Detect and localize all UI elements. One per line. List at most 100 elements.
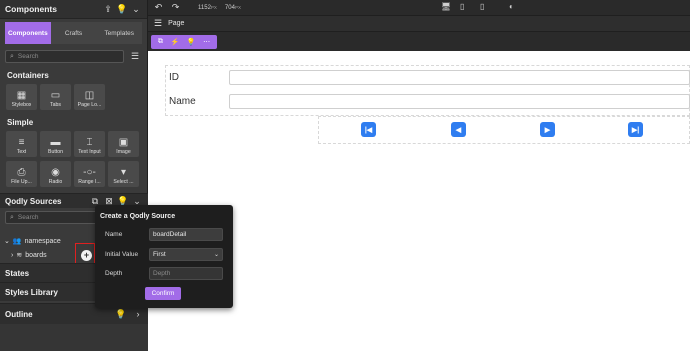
popup-name-input[interactable]: boardDetail bbox=[149, 228, 223, 241]
next-icon: ▶ bbox=[544, 126, 551, 134]
popup-initial-value-label: Initial Value bbox=[105, 251, 139, 258]
qodly-search-placeholder: Search bbox=[17, 214, 39, 221]
stylebox-icon: ▦ bbox=[16, 90, 27, 101]
range-input-icon: -○- bbox=[83, 167, 96, 178]
component-label: Select ... bbox=[113, 179, 134, 185]
mobile-icon[interactable]: ▯ bbox=[480, 2, 484, 11]
dark-mode-icon[interactable]: ◐ bbox=[509, 2, 514, 11]
qodly-search-box: ⌕ Search bbox=[5, 211, 97, 224]
button-icon: ▬ bbox=[50, 137, 61, 148]
id-input[interactable] bbox=[229, 70, 690, 85]
tab-templates[interactable]: Templates bbox=[96, 22, 143, 44]
page-layout-icon: ◫ bbox=[84, 90, 95, 101]
more-icon[interactable]: ⋯ bbox=[203, 38, 210, 46]
component-text[interactable]: ≡ Text bbox=[6, 131, 37, 157]
image-icon: ▣ bbox=[118, 137, 129, 148]
tab-components[interactable]: Components bbox=[5, 22, 51, 44]
component-select[interactable]: ▾ Select ... bbox=[108, 161, 139, 187]
qodly-sources-title: Qodly Sources bbox=[5, 196, 62, 206]
components-search-input[interactable]: ⌕ Search bbox=[5, 50, 124, 63]
component-file-upload[interactable]: ⎙ File Up... bbox=[6, 161, 37, 187]
height-readout: 704PX bbox=[225, 5, 241, 11]
component-text-input[interactable]: ⌶ Text Input bbox=[74, 131, 105, 157]
popup-initial-value-select[interactable]: First ⌄ bbox=[149, 248, 223, 261]
stack-icon: ≋ bbox=[16, 252, 23, 259]
previous-page-button[interactable]: ◀ bbox=[451, 122, 466, 137]
first-page-button[interactable]: |◀ bbox=[361, 122, 376, 137]
chevron-down-icon: ⌄ bbox=[4, 238, 10, 245]
undo-icon[interactable]: ↶ bbox=[152, 2, 165, 13]
page-label[interactable]: Page bbox=[168, 20, 184, 27]
popup-depth-label: Depth bbox=[105, 270, 123, 277]
simple-title: Simple bbox=[7, 118, 34, 127]
file-upload-icon: ⎙ bbox=[17, 167, 26, 178]
components-search-placeholder: Search bbox=[17, 53, 39, 60]
name-input[interactable] bbox=[229, 94, 690, 109]
component-range-input[interactable]: -○- Range I... bbox=[74, 161, 105, 187]
component-tabs[interactable]: ▭ Tabs bbox=[40, 84, 71, 110]
width-unit: PX bbox=[210, 4, 217, 10]
chevron-right-icon[interactable]: › bbox=[131, 307, 145, 321]
app-root: Components ⇪ 💡 ⌄ Components Crafts Templ… bbox=[0, 0, 690, 351]
width-value: 1152 bbox=[198, 4, 211, 11]
tree-item-boards[interactable]: › ≋ boards bbox=[11, 251, 47, 260]
component-label: Button bbox=[48, 149, 63, 155]
users-icon: 👥 bbox=[12, 238, 22, 245]
component-label: Stylebox bbox=[11, 102, 32, 108]
confirm-button[interactable]: Confirm bbox=[145, 287, 181, 300]
desktop-icon[interactable]: 🖥 bbox=[441, 2, 451, 11]
popup-initial-value-selected: First bbox=[153, 251, 166, 258]
radio-icon: ◉ bbox=[51, 167, 60, 178]
component-button[interactable]: ▬ Button bbox=[40, 131, 71, 157]
components-search-row: ⌕ Search ☰ bbox=[5, 50, 142, 63]
component-label: Text bbox=[16, 149, 27, 155]
tablet-icon[interactable]: ▯ bbox=[460, 2, 464, 11]
popup-title: Create a Qodly Source bbox=[100, 213, 176, 220]
component-label: Page Lo... bbox=[77, 102, 102, 108]
menu-icon[interactable]: ☰ bbox=[154, 18, 162, 29]
chevron-down-icon: ⌄ bbox=[213, 252, 219, 258]
left-panel-empty bbox=[0, 324, 148, 351]
add-source-button[interactable]: + bbox=[81, 250, 92, 261]
components-header: Components ⇪ 💡 ⌄ bbox=[0, 0, 147, 19]
name-label: Name bbox=[169, 96, 196, 107]
qodly-sources-search-input[interactable]: ⌕ Search bbox=[5, 211, 97, 224]
last-page-button[interactable]: ▶| bbox=[628, 122, 643, 137]
component-image[interactable]: ▣ Image bbox=[108, 131, 139, 157]
popup-depth-input[interactable]: Depth bbox=[149, 267, 223, 280]
popup-name-value: boardDetail bbox=[153, 231, 187, 238]
previous-icon: ◀ bbox=[455, 126, 462, 134]
search-icon: ⌕ bbox=[10, 52, 14, 60]
simple-grid-row2: ⎙ File Up... ◉ Radio -○- Range I... ▾ Se… bbox=[6, 161, 147, 187]
component-label: Tabs bbox=[50, 102, 61, 108]
component-label: Radio bbox=[48, 179, 63, 185]
height-value: 704 bbox=[224, 4, 235, 11]
component-stylebox[interactable]: ▦ Stylebox bbox=[6, 84, 37, 110]
height-unit: PX bbox=[234, 4, 241, 10]
skip-last-icon: ▶| bbox=[631, 126, 640, 134]
width-readout: 1152PX bbox=[198, 5, 217, 11]
component-radio[interactable]: ◉ Radio bbox=[40, 161, 71, 187]
id-label: ID bbox=[169, 72, 179, 83]
tab-crafts[interactable]: Crafts bbox=[50, 22, 97, 44]
css-icon[interactable]: ⧉ bbox=[158, 38, 163, 46]
upload-icon[interactable]: ⇪ bbox=[101, 2, 115, 16]
lightbulb-icon[interactable]: 💡 bbox=[114, 307, 128, 321]
component-label: Range I... bbox=[78, 179, 101, 185]
lightning-icon[interactable]: ⚡ bbox=[170, 38, 179, 46]
lightbulb-icon[interactable]: 💡 bbox=[115, 2, 129, 16]
lightbulb-icon[interactable]: 💡 bbox=[187, 38, 196, 46]
breadcrumb: ☰ Page bbox=[148, 16, 690, 32]
chevron-down-icon[interactable]: ⌄ bbox=[129, 2, 143, 16]
component-page-layout[interactable]: ◫ Page Lo... bbox=[74, 84, 105, 110]
next-page-button[interactable]: ▶ bbox=[540, 122, 555, 137]
list-view-icon[interactable]: ☰ bbox=[128, 50, 142, 64]
page-tool-bar: ⧉ ⚡ 💡 ⋯ bbox=[151, 35, 217, 49]
redo-icon[interactable]: ↷ bbox=[169, 2, 182, 13]
search-icon: ⌕ bbox=[10, 213, 14, 221]
component-label: File Up... bbox=[11, 179, 32, 185]
create-source-popup: Create a Qodly Source Name boardDetail I… bbox=[95, 205, 233, 308]
tabs-icon: ▭ bbox=[50, 90, 61, 101]
simple-grid-row1: ≡ Text ▬ Button ⌶ Text Input ▣ Image bbox=[6, 131, 147, 157]
tree-item-namespace[interactable]: ⌄ 👥 namespace bbox=[4, 237, 61, 246]
